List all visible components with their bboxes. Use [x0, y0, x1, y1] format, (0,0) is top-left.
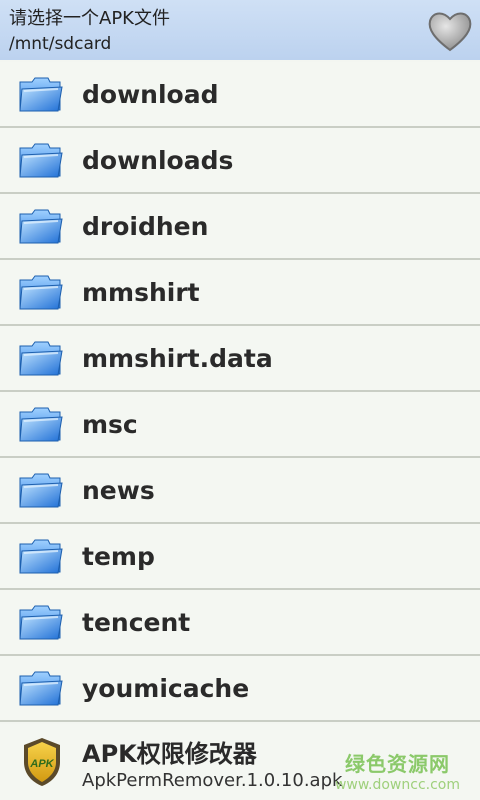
apk-filename: ApkPermRemover.1.0.10.apk	[82, 770, 343, 791]
folder-icon	[18, 274, 64, 312]
folder-row-10[interactable]: youmicache	[0, 656, 480, 722]
folder-icon	[18, 406, 64, 444]
folder-icon	[18, 208, 64, 246]
folder-row-2[interactable]: downloads	[0, 128, 480, 194]
folder-name: droidhen	[82, 212, 209, 241]
folder-row-9[interactable]: tencent	[0, 590, 480, 656]
folder-name: download	[82, 80, 219, 109]
page-title: 请选择一个APK文件	[9, 8, 170, 29]
folder-name: mmshirt.data	[82, 344, 273, 373]
folder-name: youmicache	[82, 674, 250, 703]
folder-name: temp	[82, 542, 155, 571]
file-picker-screen: 请选择一个APK文件 /mnt/sdcard download download…	[0, 0, 480, 800]
folder-name: msc	[82, 410, 138, 439]
folder-name: downloads	[82, 146, 234, 175]
folder-name: mmshirt	[82, 278, 200, 307]
folder-list: download downloads droidhen mmshirt mmsh…	[0, 62, 480, 722]
folder-name: news	[82, 476, 155, 505]
badge-text: APK	[29, 758, 54, 770]
current-path: /mnt/sdcard	[9, 34, 112, 54]
folder-icon	[18, 340, 64, 378]
folder-icon	[18, 670, 64, 708]
apk-app-title: APK权限修改器	[82, 740, 257, 768]
folder-icon	[18, 142, 64, 180]
folder-row-3[interactable]: droidhen	[0, 194, 480, 260]
heart-icon[interactable]	[426, 9, 474, 53]
apk-file-item[interactable]: APK APK权限修改器 ApkPermRemover.1.0.10.apk	[0, 724, 480, 800]
folder-icon	[18, 472, 64, 510]
folder-icon	[18, 538, 64, 576]
folder-row-1[interactable]: download	[0, 62, 480, 128]
folder-row-5[interactable]: mmshirt.data	[0, 326, 480, 392]
folder-name: tencent	[82, 608, 191, 637]
folder-icon	[18, 76, 64, 114]
header-bar: 请选择一个APK文件 /mnt/sdcard	[0, 0, 480, 60]
folder-row-4[interactable]: mmshirt	[0, 260, 480, 326]
folder-row-7[interactable]: news	[0, 458, 480, 524]
folder-row-6[interactable]: msc	[0, 392, 480, 458]
folder-icon	[18, 604, 64, 642]
folder-row-8[interactable]: temp	[0, 524, 480, 590]
shield-icon: APK	[20, 736, 64, 788]
